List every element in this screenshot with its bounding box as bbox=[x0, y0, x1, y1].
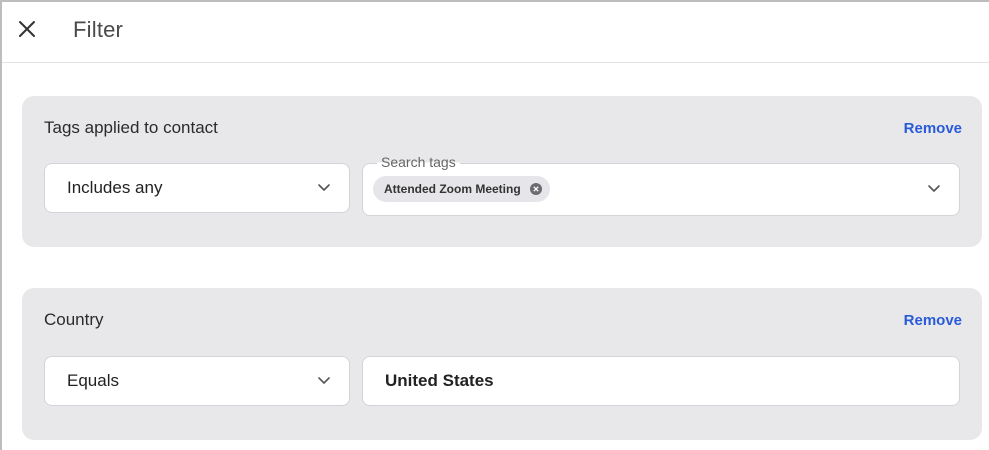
filter-title: Tags applied to contact bbox=[44, 118, 218, 137]
operator-select-value: Equals bbox=[67, 371, 119, 390]
filter-card-country: Country Remove Equals bbox=[22, 288, 982, 440]
remove-filter-button[interactable]: Remove bbox=[904, 312, 962, 329]
search-tags-field[interactable]: Search tags Attended Zoom Meeting bbox=[362, 153, 960, 216]
operator-select-value: Includes any bbox=[67, 178, 163, 197]
operator-select[interactable]: Includes any bbox=[44, 163, 350, 213]
panel-header: Filter bbox=[2, 2, 989, 63]
tag-chip-label: Attended Zoom Meeting bbox=[384, 182, 521, 196]
chevron-down-icon bbox=[318, 377, 330, 384]
chevron-down-icon bbox=[318, 184, 330, 191]
filter-panel: Filter Tags applied to contact Remove In… bbox=[0, 0, 989, 450]
remove-filter-button[interactable]: Remove bbox=[904, 120, 962, 137]
operator-select[interactable]: Equals bbox=[44, 356, 350, 406]
close-button[interactable] bbox=[14, 16, 40, 42]
chevron-down-icon[interactable] bbox=[927, 184, 941, 194]
filter-title: Country bbox=[44, 310, 104, 329]
panel-title: Filter bbox=[73, 17, 124, 42]
close-icon bbox=[19, 21, 35, 37]
country-value-input[interactable] bbox=[362, 356, 960, 406]
search-tags-label: Search tags bbox=[377, 153, 460, 171]
filter-card-tags: Tags applied to contact Remove Includes … bbox=[22, 96, 982, 247]
tag-chip: Attended Zoom Meeting bbox=[373, 176, 550, 202]
remove-chip-icon[interactable] bbox=[529, 183, 542, 195]
